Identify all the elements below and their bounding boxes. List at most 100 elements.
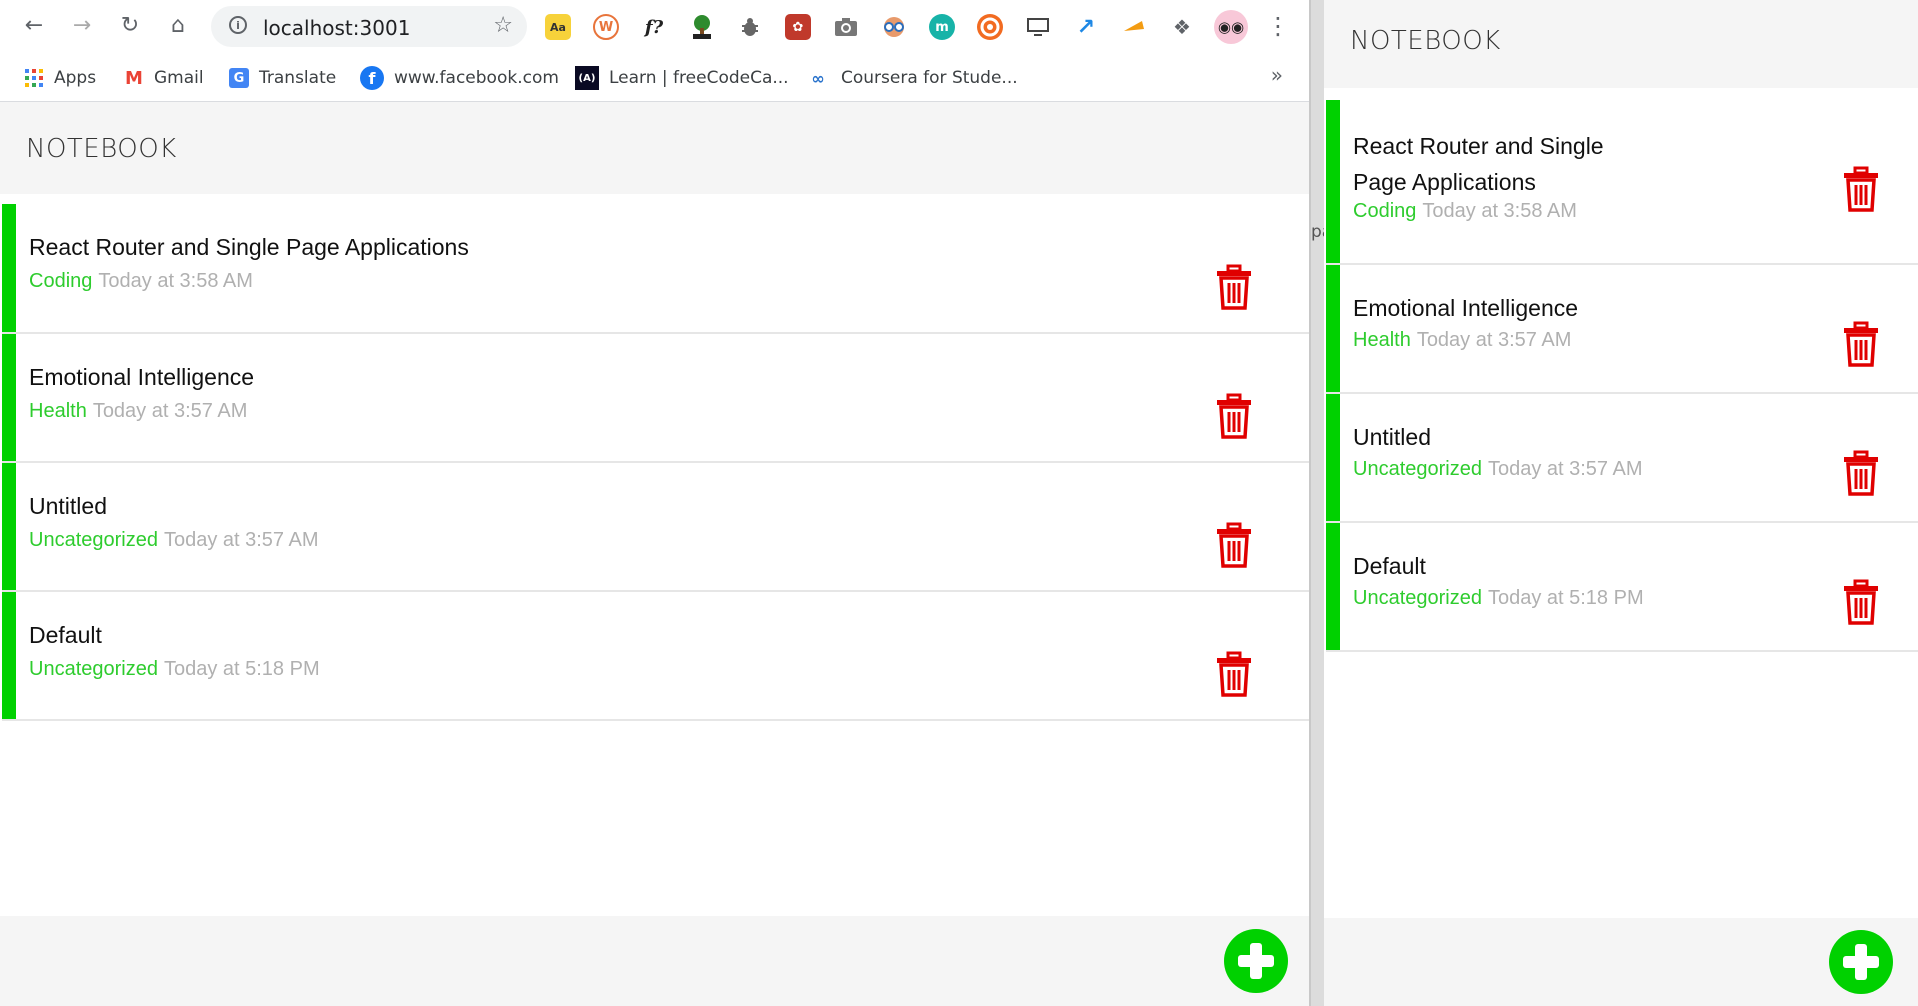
app-footer [1324, 918, 1918, 1006]
note-meta: Coding Today at 3:58 AM [1353, 200, 1577, 223]
note-meta: Uncategorized Today at 3:57 AM [1353, 458, 1643, 481]
browser-menu-icon[interactable]: ⋮ [1264, 12, 1292, 40]
note-timestamp: Today at 5:18 PM [163, 658, 320, 680]
apps-grid-icon [24, 68, 44, 88]
note-timestamp: Today at 3:57 AM [92, 400, 248, 422]
trash-icon[interactable] [1843, 450, 1879, 496]
coursera-icon: ∞ [811, 68, 825, 88]
trash-icon[interactable] [1216, 651, 1252, 697]
note-item[interactable]: Emotional Intelligence Health Today at 3:… [2, 334, 1309, 463]
bookmark-facebook[interactable]: f www.facebook.com [360, 55, 559, 101]
note-category: Uncategorized [1353, 458, 1482, 480]
note-color-bar [2, 592, 16, 719]
freecodecamp-icon: (A) [575, 66, 599, 90]
note-meta: Health Today at 3:57 AM [29, 400, 247, 423]
bookmark-star-icon[interactable]: ☆ [493, 13, 513, 38]
note-color-bar [2, 463, 16, 590]
note-title: Default [29, 622, 102, 648]
trash-icon[interactable] [1216, 393, 1252, 439]
bookmark-label: Coursera for Stude... [841, 68, 1018, 88]
note-timestamp: Today at 3:57 AM [1487, 458, 1643, 480]
forward-arrow-icon[interactable]: → [68, 12, 96, 40]
note-item[interactable]: Default Uncategorized Today at 5:18 PM [1326, 523, 1918, 652]
expand-ext-icon[interactable]: ↗ [1073, 14, 1099, 40]
html-tree-ext-icon[interactable] [689, 14, 715, 40]
note-color-bar [2, 334, 16, 461]
browser-toolbar: ← → ↻ ⌂ i localhost:3001 ☆ Aa W f? ✿ m ↗… [0, 0, 1309, 55]
site-info-icon[interactable]: i [229, 16, 247, 34]
camera-ext-icon[interactable] [833, 14, 859, 40]
bookmark-label: www.facebook.com [394, 68, 559, 88]
note-color-bar [1326, 523, 1340, 650]
trash-icon[interactable] [1843, 166, 1879, 212]
trash-icon[interactable] [1843, 579, 1879, 625]
facebook-icon: f [360, 66, 384, 90]
puzzle-ext-icon[interactable]: ❖ [1169, 14, 1195, 40]
note-color-bar [2, 204, 16, 332]
bookmark-coursera[interactable]: ∞ Coursera for Stude... [805, 55, 1018, 101]
note-category: Health [29, 400, 87, 422]
bookmark-gmail[interactable]: M Gmail [124, 55, 204, 101]
note-category: Health [1353, 329, 1411, 351]
trash-icon[interactable] [1216, 264, 1252, 310]
note-meta: Coding Today at 3:58 AM [29, 270, 253, 293]
note-meta: Uncategorized Today at 5:18 PM [1353, 587, 1644, 610]
formula-ext-icon[interactable]: f? [641, 14, 667, 40]
note-item[interactable]: Default Uncategorized Today at 5:18 PM [2, 592, 1309, 721]
app-header: NOTEBOOK [1324, 0, 1918, 88]
bookmark-label: Translate [259, 68, 337, 88]
note-item[interactable]: React Router and Single Page Application… [1326, 100, 1918, 265]
bookmark-apps[interactable]: Apps [24, 55, 96, 101]
add-note-button[interactable] [1829, 930, 1893, 994]
note-timestamp: Today at 3:57 AM [1416, 329, 1572, 351]
home-icon[interactable]: ⌂ [164, 12, 192, 40]
lifebuoy-ext-icon[interactable] [977, 14, 1003, 40]
leaf-ext-icon[interactable]: ✿ [785, 14, 811, 40]
bookmark-label: Learn | freeCodeCa... [609, 68, 789, 88]
note-title: Emotional Intelligence [29, 364, 255, 390]
swipe-ext-icon[interactable] [1121, 14, 1147, 40]
back-arrow-icon[interactable]: ← [20, 12, 48, 40]
app-footer [0, 916, 1309, 1006]
note-title-line: Page Applications [1353, 169, 1536, 195]
note-item[interactable]: Untitled Uncategorized Today at 3:57 AM [1326, 394, 1918, 523]
note-title: React Router and Single Page Application… [1353, 128, 1604, 200]
app-title: NOTEBOOK [1350, 26, 1501, 56]
note-item[interactable]: React Router and Single Page Application… [2, 204, 1309, 334]
glasses-ext-icon[interactable] [881, 14, 907, 40]
dictionary-ext-icon[interactable]: Aa [545, 14, 571, 40]
add-note-button[interactable] [1224, 929, 1288, 993]
trash-icon[interactable] [1216, 522, 1252, 568]
profile-avatar[interactable]: ◉◉ [1214, 10, 1248, 44]
note-title: Default [1353, 553, 1426, 579]
note-timestamp: Today at 3:58 AM [1422, 200, 1577, 222]
note-category: Uncategorized [1353, 587, 1482, 609]
more-bookmarks-chevron-icon[interactable]: » [1271, 63, 1283, 87]
cast-ext-icon[interactable] [1025, 14, 1051, 40]
address-bar[interactable]: i localhost:3001 ☆ [211, 6, 527, 47]
note-category: Coding [29, 270, 93, 292]
note-meta: Uncategorized Today at 3:57 AM [29, 529, 319, 552]
bookmark-translate[interactable]: G Translate [229, 55, 336, 101]
bug-ext-icon[interactable] [737, 14, 763, 40]
note-title: Untitled [29, 493, 107, 519]
note-timestamp: Today at 3:58 AM [98, 270, 253, 292]
bookmark-label: Apps [54, 68, 97, 88]
note-timestamp: Today at 5:18 PM [1487, 587, 1644, 609]
note-meta: Health Today at 3:57 AM [1353, 329, 1571, 352]
wordpress-ext-icon[interactable]: W [593, 14, 619, 40]
note-item[interactable]: Untitled Uncategorized Today at 3:57 AM [2, 463, 1309, 592]
note-item[interactable]: Emotional Intelligence Health Today at 3:… [1326, 265, 1918, 394]
note-category: Coding [1353, 200, 1417, 222]
address-bar-url[interactable]: localhost:3001 [263, 16, 410, 40]
browser-window: ← → ↻ ⌂ i localhost:3001 ☆ Aa W f? ✿ m ↗… [0, 0, 1311, 1006]
trash-icon[interactable] [1843, 321, 1879, 367]
m-ext-icon[interactable]: m [929, 14, 955, 40]
translate-icon: G [229, 68, 249, 88]
app-header: NOTEBOOK [0, 102, 1309, 194]
reload-icon[interactable]: ↻ [116, 12, 144, 40]
note-category: Uncategorized [29, 529, 158, 551]
note-meta: Uncategorized Today at 5:18 PM [29, 658, 320, 681]
bookmark-freecodecamp[interactable]: (A) Learn | freeCodeCa... [575, 55, 789, 101]
app-title: NOTEBOOK [26, 134, 177, 164]
